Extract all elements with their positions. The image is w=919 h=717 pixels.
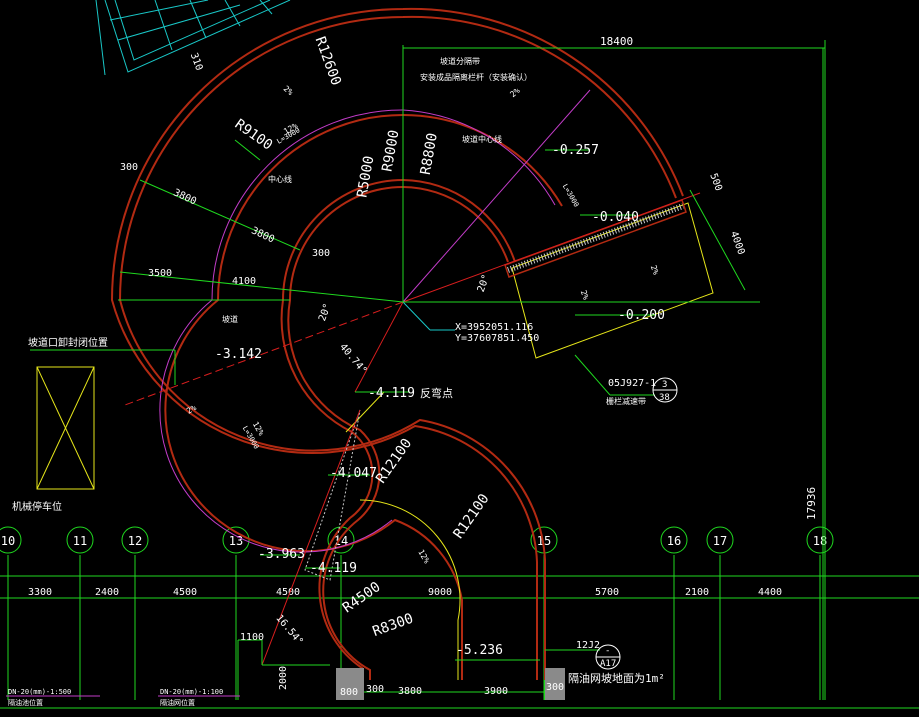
note-detail-sheet: 38	[659, 393, 670, 403]
note-slope-closure: 坡道口卸封闭位置	[28, 336, 108, 349]
elevation-0257: -0.257	[552, 143, 599, 158]
dim-bottom-3900: 3900	[484, 686, 508, 697]
dim-2000: 2000	[278, 666, 289, 690]
elevation-5236: -5.236	[456, 643, 503, 658]
note-inflection: 反弯点	[420, 386, 453, 400]
elevation-0040: -0.040	[592, 210, 639, 225]
grid-axis-label: 10	[1, 534, 15, 548]
dim-800: 800	[340, 687, 358, 698]
legend-d: 隔油网位置	[160, 698, 195, 707]
dim-18400: 18400	[600, 35, 633, 48]
note-detail-ref: 05J927-1	[608, 378, 656, 389]
note-detail-num: 3	[662, 380, 667, 390]
elevation-3142: -3.142	[215, 347, 262, 362]
bay-dimension-label: 5700	[595, 587, 619, 598]
elevation-4119-b: -4.119	[310, 561, 357, 576]
note-center-line: 坡道中心线	[462, 134, 502, 144]
legend-a: DN-20(mm)-1:500	[8, 688, 71, 696]
dim-17936: 17936	[805, 487, 818, 520]
note-center-line2: 中心线	[268, 174, 292, 184]
bay-dimension-label: 2100	[685, 587, 709, 598]
note-drain: 隔油网坡地面为1m²	[568, 671, 665, 685]
bay-dimension-label: 2400	[95, 587, 119, 598]
dim-300-d: 300	[546, 682, 564, 693]
bay-dimension-label: 9000	[428, 587, 452, 598]
grid-axis-label: 17	[713, 534, 727, 548]
dim-300-c: 300	[366, 684, 384, 695]
note-sign-top: 坡道分隔带	[440, 56, 480, 66]
note-parking: 机械停车位	[12, 500, 62, 513]
bay-dimension-label: 4400	[758, 587, 782, 598]
elevation-0200: -0.200	[618, 308, 665, 323]
note-detail2-num: -	[605, 646, 610, 656]
note-sign-top2: 安装成品隔离栏杆（安装确认）	[420, 72, 532, 82]
grid-axis-label: 16	[667, 534, 681, 548]
cad-drawing-canvas: 10 11 12 13 14 15 16 17 18 3300 2400 4500 4500 9000 5…	[0, 0, 919, 717]
dim-1100: 1100	[240, 632, 264, 643]
note-detail-caption: 栅栏减速带	[606, 396, 646, 406]
bay-dimension-label: 4500	[173, 587, 197, 598]
dim-300-a: 300	[120, 162, 138, 173]
note-slope: 坡道	[222, 314, 238, 324]
dim-3500: 3500	[148, 268, 172, 279]
dim-4100: 4100	[232, 276, 256, 287]
elevation-3963: -3.963	[258, 547, 305, 562]
coord-x: X=3952051.116	[455, 322, 533, 333]
dim-300-b: 300	[312, 248, 330, 259]
coord-y: Y=37607851.450	[455, 333, 539, 344]
grid-axis-label: 11	[73, 534, 87, 548]
legend-b: DN-20(mm)-1:100	[160, 688, 223, 696]
dim-bottom-3800: 3800	[398, 686, 422, 697]
note-detail2-sheet: A17	[600, 659, 616, 669]
grid-axis-label: 12	[128, 534, 142, 548]
elevation-4047: -4.047	[330, 466, 377, 481]
note-detail2-ref: 12J2	[576, 640, 600, 651]
elevation-4119-a: -4.119	[368, 386, 415, 401]
legend-c: 隔油池位置	[8, 698, 43, 707]
bay-dimension-label: 3300	[28, 587, 52, 598]
